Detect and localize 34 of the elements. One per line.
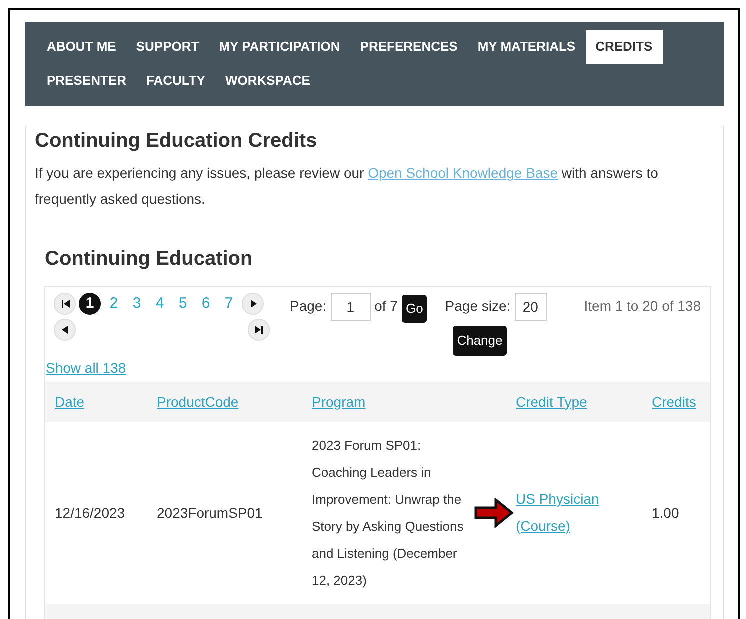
previous-icon: [60, 326, 70, 334]
next-icon: [248, 300, 258, 308]
nav-tab[interactable]: ABOUT ME: [37, 30, 126, 64]
last-page-icon: [254, 326, 264, 334]
nav-tab[interactable]: PREFERENCES: [350, 30, 468, 64]
nav-tab[interactable]: MY MATERIALS: [468, 30, 586, 64]
intro-text: If you are experiencing any issues, please review our Open School Knowledge Base with answers to frequently asked questions.: [35, 164, 660, 209]
page-number[interactable]: 1: [79, 293, 101, 315]
nav-tab[interactable]: FACULTY: [136, 64, 216, 98]
table-cell-text: 2023ForumSP01: [157, 504, 264, 522]
nav-tab[interactable]: MY PARTICIPATION: [209, 30, 350, 64]
last-page-button[interactable]: [248, 319, 270, 341]
change-button[interactable]: Change: [453, 326, 507, 356]
previous-page-button[interactable]: [54, 319, 76, 341]
table-cell-text: 1.00: [652, 504, 680, 522]
section-title: Continuing Education: [45, 247, 254, 272]
nav-tab[interactable]: CREDITS: [586, 30, 663, 64]
arrow-icon: [474, 498, 514, 528]
item-summary: Item 1 to 20 of 138: [584, 297, 701, 316]
page-label: Page:: [290, 297, 327, 316]
nav-tab[interactable]: PRESENTER: [37, 64, 136, 98]
next-page-button[interactable]: [242, 293, 264, 315]
go-button[interactable]: Go: [402, 295, 428, 323]
nav-tab[interactable]: SUPPORT: [126, 30, 210, 64]
page-field[interactable]: 1: [330, 293, 371, 321]
page-size-field[interactable]: 20: [514, 293, 547, 321]
table-cell-text: 2023 Forum SP01: Coaching Leaders in Improvement: Unwrap the Story by Asking Questions and Listening (December 12, 2023): [312, 437, 465, 590]
page-count: of 7: [374, 297, 398, 316]
first-page-icon: [60, 300, 70, 308]
table-cell-text: 12/16/2023: [55, 504, 126, 522]
page-title: Continuing Education Credits: [35, 129, 318, 154]
page-size-label: Page size:: [445, 297, 511, 316]
first-page-button[interactable]: [54, 293, 76, 315]
nav-tab[interactable]: WORKSPACE: [215, 64, 320, 98]
